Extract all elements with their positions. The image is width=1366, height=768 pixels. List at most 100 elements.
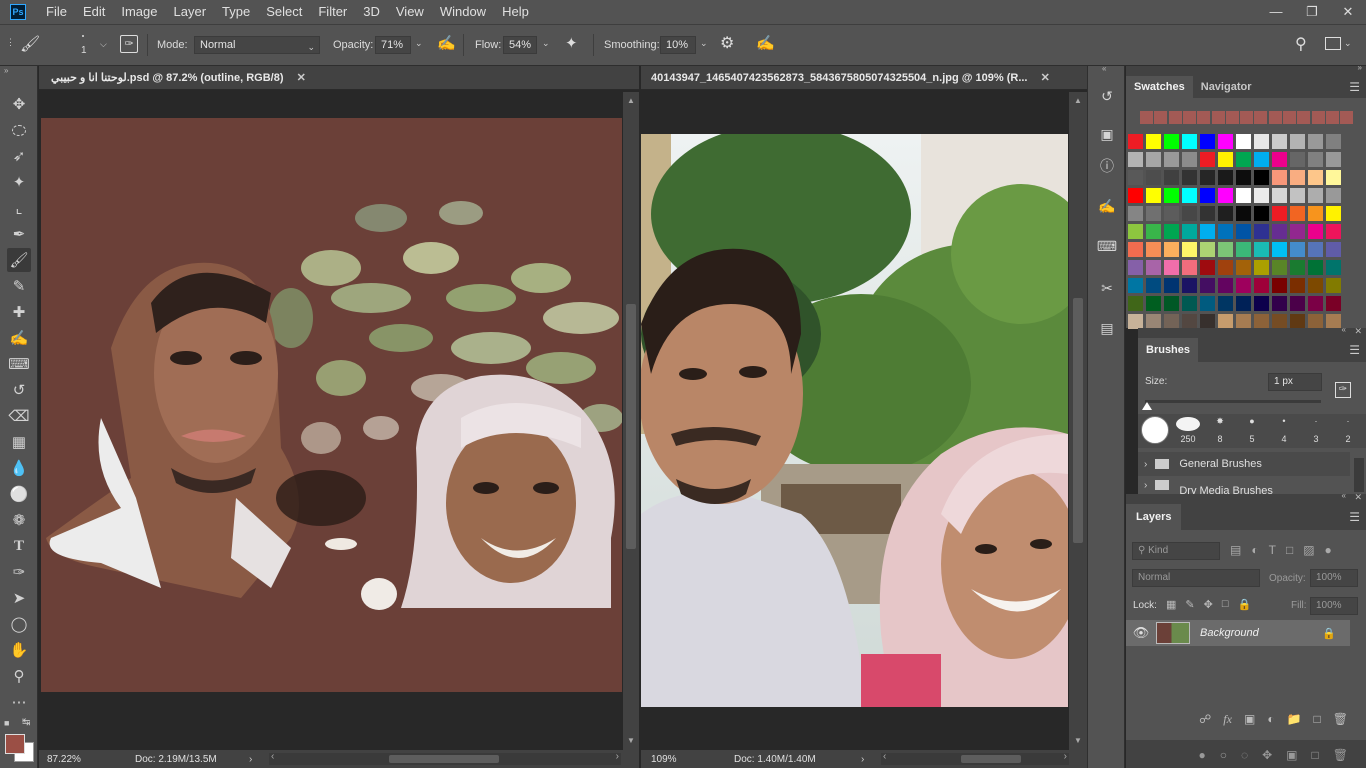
filter-toggle-icon[interactable]: ●	[1325, 543, 1332, 557]
chevron-down-icon[interactable]: ⌄	[1344, 38, 1352, 49]
color-swatch[interactable]	[1236, 188, 1251, 203]
type-filter-icon[interactable]: T	[1269, 543, 1276, 557]
color-swatch[interactable]	[1290, 314, 1305, 329]
color-swatch[interactable]	[1272, 242, 1287, 257]
brush-tip-dot[interactable]: •	[1274, 416, 1294, 426]
doc1-hscroll-thumb[interactable]	[389, 755, 499, 763]
color-swatch[interactable]	[1236, 170, 1251, 185]
color-swatch[interactable]	[1290, 170, 1305, 185]
color-swatch[interactable]	[1308, 296, 1323, 311]
lock-all-icon[interactable]: 🔒	[1238, 598, 1252, 611]
foreground-color-swatch[interactable]	[5, 734, 25, 754]
blur-tool-icon[interactable]: 💧	[7, 456, 31, 480]
color-swatch[interactable]	[1200, 224, 1215, 239]
color-swatch[interactable]	[1254, 242, 1269, 257]
search-icon[interactable]: ⚲	[1295, 34, 1307, 54]
color-swatch[interactable]	[1290, 224, 1305, 239]
round-brush-tip[interactable]	[1141, 416, 1169, 444]
recent-swatch[interactable]	[1254, 111, 1268, 124]
layer-opacity-input[interactable]: 100%	[1310, 569, 1358, 587]
color-swatch[interactable]	[1326, 242, 1341, 257]
tool-presets-icon[interactable]: ✂	[1097, 278, 1117, 298]
recent-swatch[interactable]	[1211, 111, 1225, 124]
image-filter-icon[interactable]: ▤	[1230, 543, 1241, 557]
color-swatch[interactable]	[1182, 296, 1197, 311]
smoothing-input[interactable]: 10%	[660, 36, 696, 54]
doc2-vertical-scrollbar[interactable]: ▲ ▼	[1069, 92, 1087, 750]
color-swatch[interactable]	[1218, 278, 1233, 293]
color-swatch[interactable]	[1290, 152, 1305, 167]
color-swatch[interactable]	[1218, 224, 1233, 239]
move-tool-icon[interactable]: ✥	[7, 92, 31, 116]
layer-filter-select[interactable]: ⚲ Kind	[1132, 542, 1220, 560]
color-swatch[interactable]	[1326, 278, 1341, 293]
recent-swatch[interactable]	[1325, 111, 1339, 124]
color-swatch[interactable]	[1200, 296, 1215, 311]
color-swatch[interactable]	[1254, 170, 1269, 185]
fx-icon[interactable]: fx	[1223, 712, 1232, 730]
color-swatch[interactable]	[1128, 314, 1143, 329]
tab-layers[interactable]: Layers	[1126, 504, 1182, 530]
color-swatch[interactable]	[1272, 206, 1287, 221]
color-swatch[interactable]	[1146, 206, 1161, 221]
color-swatch[interactable]	[1272, 296, 1287, 311]
fill-path-icon[interactable]: ●	[1198, 748, 1205, 768]
chevron-right-icon[interactable]: ›	[861, 754, 881, 765]
crop-tool-icon[interactable]: ⌞	[7, 196, 31, 220]
color-swatch[interactable]	[1290, 278, 1305, 293]
color-swatch[interactable]	[1182, 314, 1197, 329]
pressure-size-icon[interactable]: ✍	[756, 34, 775, 52]
fill-input[interactable]: 100%	[1310, 597, 1358, 615]
adjustment-filter-icon[interactable]: ◐	[1251, 543, 1258, 557]
adjustment-layer-icon[interactable]: ◐	[1267, 712, 1274, 730]
color-swatch[interactable]	[1236, 278, 1251, 293]
brush-tool-icon[interactable]: 🖌	[7, 248, 31, 272]
color-swatch[interactable]	[1200, 170, 1215, 185]
brushes-scrollbar[interactable]	[1354, 458, 1364, 492]
close-icon[interactable]: ✕	[1330, 3, 1366, 21]
opacity-input[interactable]: 71%	[375, 36, 411, 54]
marquee-tool-icon[interactable]	[7, 118, 31, 142]
slider-handle-icon[interactable]	[1142, 402, 1152, 410]
mode-select[interactable]: Normal ⌄	[194, 36, 320, 54]
color-swatch[interactable]	[1164, 260, 1179, 275]
doc2-tab[interactable]: 40143947_1465407423562873_58436758050743…	[641, 66, 1087, 90]
swap-colors-icon[interactable]: ↹	[22, 717, 30, 728]
color-swatch[interactable]	[1272, 170, 1287, 185]
color-swatch[interactable]	[1128, 206, 1143, 221]
color-swatch[interactable]	[1290, 296, 1305, 311]
recent-swatch[interactable]	[1311, 111, 1325, 124]
tab-brushes[interactable]: Brushes	[1138, 338, 1199, 362]
recent-swatch[interactable]	[1197, 111, 1211, 124]
lock-artboard-icon[interactable]: □	[1222, 598, 1229, 611]
pen-tool-icon[interactable]: ✑	[7, 560, 31, 584]
color-swatch[interactable]	[1182, 242, 1197, 257]
color-swatch[interactable]	[1200, 314, 1215, 329]
collapse-arrows-icon[interactable]: «	[1342, 328, 1346, 334]
color-swatch[interactable]	[1128, 296, 1143, 311]
color-swatch[interactable]	[1326, 314, 1341, 329]
color-swatch[interactable]	[1182, 170, 1197, 185]
color-swatch[interactable]	[1308, 314, 1323, 329]
color-swatch[interactable]	[1146, 278, 1161, 293]
color-swatch[interactable]	[1146, 188, 1161, 203]
color-swatch[interactable]	[1254, 206, 1269, 221]
color-swatch[interactable]	[1308, 206, 1323, 221]
color-swatch[interactable]	[1182, 134, 1197, 149]
eraser-tool-icon[interactable]: ⌫	[7, 404, 31, 428]
color-swatch[interactable]	[1218, 206, 1233, 221]
color-swatch[interactable]	[1272, 188, 1287, 203]
recent-swatch[interactable]	[1225, 111, 1239, 124]
dodge-tool-icon[interactable]: ⚪	[7, 482, 31, 506]
history-brush-tool-icon[interactable]: ↺	[7, 378, 31, 402]
color-swatch[interactable]	[1272, 134, 1287, 149]
recent-swatch[interactable]	[1283, 111, 1296, 124]
new-layer-icon[interactable]: □	[1314, 712, 1321, 730]
tab-swatches[interactable]: Swatches	[1126, 76, 1193, 98]
lock-pixels-icon[interactable]: ✎	[1185, 598, 1194, 611]
menu-window[interactable]: Window	[432, 0, 494, 24]
doc2-horizontal-scrollbar[interactable]: ‹ ›	[881, 751, 1069, 765]
visibility-eye-icon[interactable]: 👁	[1126, 625, 1156, 641]
color-swatch[interactable]	[1308, 188, 1323, 203]
color-swatch[interactable]	[1218, 260, 1233, 275]
